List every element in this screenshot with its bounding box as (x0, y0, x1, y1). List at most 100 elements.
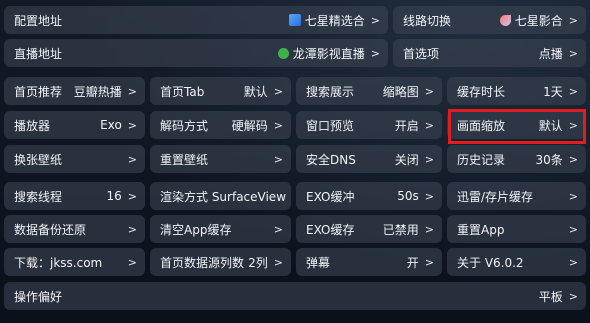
chevron-right-icon: > (273, 255, 283, 269)
setting-download[interactable]: 下载：jkss.com > (4, 248, 145, 276)
setting-value: 点播 (538, 46, 563, 61)
chevron-right-icon: > (568, 152, 578, 166)
setting-home-source-columns[interactable]: 首页数据源列数 2列 > (150, 248, 291, 276)
setting-label: 首页推荐 (14, 84, 63, 99)
setting-value: 已禁用 (382, 222, 419, 237)
setting-operation-preference[interactable]: 操作偏好 平板 > (4, 282, 586, 310)
setting-secure-dns[interactable]: 安全DNS 关闭 > (296, 145, 442, 173)
setting-backup-restore[interactable]: 数据备份还原 > (4, 215, 145, 243)
chevron-right-icon: > (568, 84, 578, 98)
setting-label: 搜索展示 (306, 84, 355, 99)
chevron-right-icon: > (424, 189, 434, 203)
setting-picture-scale[interactable]: 画面缩放 默认 > (447, 111, 586, 139)
setting-label: 关于 V6.0.2 (457, 255, 524, 270)
chevron-right-icon: > (370, 13, 380, 27)
rocket-icon (499, 14, 511, 26)
setting-value: 50s (397, 189, 419, 203)
cube-icon (288, 14, 301, 26)
setting-label: 搜索线程 (14, 189, 63, 204)
setting-label: 播放器 (14, 118, 51, 133)
setting-label: 渲染方式 SurfaceView (160, 189, 287, 204)
setting-value: 硬解码 (231, 118, 268, 133)
setting-search-display[interactable]: 搜索展示 缩略图 > (296, 77, 442, 105)
setting-value: 2列 (248, 255, 268, 270)
dragon-icon (277, 47, 289, 59)
chevron-right-icon: > (568, 255, 578, 269)
setting-label: 安全DNS (306, 152, 356, 167)
chevron-right-icon: > (273, 118, 283, 132)
setting-value: Exo (100, 118, 122, 132)
setting-change-wallpaper[interactable]: 换张壁纸 > (4, 145, 145, 173)
setting-value: 关闭 (394, 152, 419, 167)
setting-decode-mode[interactable]: 解码方式 硬解码 > (150, 111, 291, 139)
setting-cache-duration[interactable]: 缓存时长 1天 > (447, 77, 586, 105)
setting-value: 豆瓣热播 (73, 84, 122, 99)
chevron-right-icon: > (424, 152, 434, 166)
setting-label: 换张壁纸 (14, 152, 63, 167)
setting-reset-wallpaper[interactable]: 重置壁纸 > (150, 145, 291, 173)
setting-player[interactable]: 播放器 Exo > (4, 111, 145, 139)
setting-label: 首选项 (403, 46, 440, 61)
chevron-right-icon: > (424, 84, 434, 98)
setting-label: 重置壁纸 (160, 152, 209, 167)
chevron-right-icon: > (568, 46, 578, 60)
setting-line-switch[interactable]: 线路切换 七星影合 > (393, 6, 586, 34)
setting-value: 16 (106, 189, 122, 203)
chevron-right-icon: > (127, 189, 137, 203)
setting-label: 操作偏好 (14, 289, 63, 304)
setting-label: EXO缓冲 (306, 189, 355, 204)
setting-history[interactable]: 历史记录 30条 > (447, 145, 586, 173)
setting-home-recommend[interactable]: 首页推荐 豆瓣热播 > (4, 77, 145, 105)
setting-value: 开 (406, 255, 419, 270)
setting-reset-app[interactable]: 重置App > (447, 215, 586, 243)
setting-label: 首页数据源列数 (160, 255, 245, 270)
setting-thunder-cache[interactable]: 迅雷/存片缓存 > (447, 182, 586, 210)
setting-value: 七星精选合 (304, 13, 365, 28)
setting-value: 平板 (538, 289, 563, 304)
chevron-right-icon: > (424, 222, 434, 236)
setting-preference[interactable]: 首选项 点播 > (393, 39, 586, 67)
setting-exo-cache[interactable]: EXO缓存 已禁用 > (296, 215, 442, 243)
setting-label: 直播地址 (14, 46, 63, 61)
setting-label: 清空App缓存 (160, 222, 232, 237)
chevron-right-icon: > (568, 289, 578, 303)
setting-value: 龙潭影视直播 (292, 46, 365, 61)
chevron-right-icon: > (273, 152, 283, 166)
setting-about[interactable]: 关于 V6.0.2 > (447, 248, 586, 276)
setting-label: 迅雷/存片缓存 (457, 189, 534, 204)
setting-config-address[interactable]: 配置地址 七星精选合 > (4, 6, 388, 34)
setting-label: 配置地址 (14, 13, 63, 28)
chevron-right-icon: > (424, 118, 434, 132)
setting-window-preview[interactable]: 窗口预览 开启 > (296, 111, 442, 139)
setting-label: 数据备份还原 (14, 222, 87, 237)
setting-live-address[interactable]: 直播地址 龙潭影视直播 > (4, 39, 388, 67)
setting-label: EXO缓存 (306, 222, 355, 237)
setting-value: 开启 (394, 118, 419, 133)
setting-home-tab[interactable]: 首页Tab 默认 > (150, 77, 291, 105)
setting-label: 缓存时长 (457, 84, 506, 99)
setting-value: 缩略图 (382, 84, 419, 99)
setting-exo-buffer[interactable]: EXO缓冲 50s > (296, 182, 442, 210)
chevron-right-icon: > (568, 13, 578, 27)
setting-value: 七星影合 (514, 13, 563, 28)
chevron-right-icon: > (127, 152, 137, 166)
setting-label: 画面缩放 (457, 118, 506, 133)
setting-search-threads[interactable]: 搜索线程 16 > (4, 182, 145, 210)
setting-danmaku[interactable]: 弹幕 开 > (296, 248, 442, 276)
chevron-right-icon: > (568, 222, 578, 236)
setting-label: 线路切换 (403, 13, 452, 28)
setting-label: 历史记录 (457, 152, 506, 167)
setting-clear-app-cache[interactable]: 清空App缓存 > (150, 215, 291, 243)
setting-label: 窗口预览 (306, 118, 355, 133)
setting-value: 默认 (538, 118, 563, 133)
setting-render-mode[interactable]: 渲染方式 SurfaceView > (150, 182, 291, 210)
chevron-right-icon: > (568, 189, 578, 203)
setting-value: 默认 (243, 84, 268, 99)
setting-label: 重置App (457, 222, 505, 237)
setting-value: 30条 (535, 152, 563, 167)
chevron-right-icon: > (127, 255, 137, 269)
chevron-right-icon: > (424, 255, 434, 269)
chevron-right-icon: > (568, 118, 578, 132)
settings-screen: 配置地址 七星精选合 > 线路切换 七星影合 > 直播地址 龙潭影视直播 > 首… (0, 0, 590, 323)
setting-label: 首页Tab (160, 84, 205, 99)
